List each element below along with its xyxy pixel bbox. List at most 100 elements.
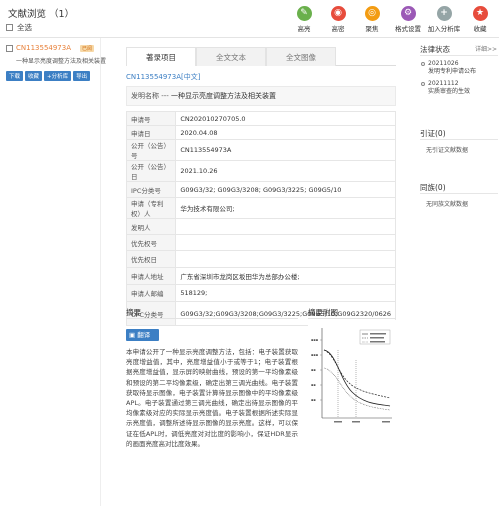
download-button[interactable]: 下载 [6, 71, 24, 81]
tab-bar: 著录项目 全文文本 全文图像 [126, 47, 396, 66]
row-value: 2021.10.26 [175, 160, 396, 182]
row-key: 公开（公告）日 [125, 160, 177, 182]
timeline-dot-icon [421, 82, 425, 86]
list-item[interactable]: CN113554973A 已阅 一种显示亮度调整方法及相关装置 下载 收藏 +分… [6, 44, 107, 81]
select-all-label: 全选 [17, 23, 32, 32]
row-value: CN113554973A [175, 139, 396, 161]
row-value [175, 218, 396, 235]
density-button[interactable]: ◉ 高密 [320, 6, 356, 33]
details-link[interactable]: 详细>> [475, 44, 497, 53]
timeline-text: 发明专利申请公布 [428, 68, 477, 75]
invention-label: 发明名称 --- [131, 92, 169, 100]
row-value: CN202010270705.0 [175, 111, 396, 126]
toolbar: ✎ 高亮 ◉ 高密 ◎ 聚焦 ⚙ 格式设置 + 加入分析库 ★ 收藏 [286, 6, 498, 36]
invention-title: 一种显示亮度调整方法及相关装置 [171, 92, 277, 100]
read-badge: 已阅 [80, 44, 95, 52]
add-library-button[interactable]: + 加入分析库 [426, 6, 462, 33]
document-number: CN113554973A[中文] [126, 73, 201, 81]
abstract-divider [126, 318, 298, 319]
focus-icon: ◎ [364, 6, 380, 21]
row-key: 优先权日 [125, 250, 177, 268]
format-settings-label: 格式设置 [395, 25, 421, 33]
export-button[interactable]: 导出 [73, 71, 91, 81]
tab-fulltext[interactable]: 全文文本 [196, 47, 266, 66]
timeline-text: 实质审查的生效 [428, 88, 471, 95]
density-icon: ◉ [330, 6, 346, 21]
table-row: 申请人邮编 518129; [125, 284, 396, 302]
item-number[interactable]: CN113554973A [16, 44, 71, 52]
highlight-label: 高亮 [297, 25, 311, 33]
density-label: 高密 [331, 25, 345, 33]
timeline-entry: 20211026 发明专利申请公布 [420, 60, 498, 76]
table-row: 优先权日 [125, 250, 396, 268]
left-divider [100, 38, 101, 506]
favorite-small-button[interactable]: 收藏 [25, 71, 43, 81]
tab-bibliographic[interactable]: 著录项目 [126, 47, 196, 66]
table-row: 优先权号 [125, 234, 396, 251]
table-row: 申请号 CN202010270705.0 [125, 111, 396, 126]
svg-text:▪▪: ▪▪ [311, 368, 316, 372]
row-value: G09G3/32; G09G3/3208; G09G3/3225; G09G5/… [175, 181, 396, 198]
row-value: 2020.04.08 [175, 125, 396, 140]
favorite-icon: ★ [472, 6, 488, 21]
row-value: 华为技术有限公司; [175, 197, 396, 219]
figure-title: 摘要附图 [308, 308, 338, 317]
legal-timeline: 20211026 发明专利申请公布 20211112 实质审查的生效 [420, 60, 498, 100]
family-divider [420, 193, 498, 194]
favorite-button[interactable]: ★ 收藏 [462, 6, 498, 33]
row-value [175, 250, 396, 268]
citation-title: 引证(0) [420, 129, 446, 138]
add-library-small-button[interactable]: +分析库 [44, 71, 72, 81]
select-all-checkbox[interactable]: 全选 [6, 22, 32, 33]
item-checkbox[interactable] [6, 44, 13, 52]
table-row: 申请日 2020.04.08 [125, 125, 396, 140]
timeline-date: 20211026 [428, 60, 459, 67]
invention-name-bar: 发明名称 --- 一种显示亮度调整方法及相关装置 [126, 86, 396, 106]
row-key: 申请日 [125, 125, 177, 140]
format-settings-button[interactable]: ⚙ 格式设置 [390, 6, 426, 33]
add-library-icon: + [436, 6, 452, 21]
abstract-text: 本申请公开了一种显示亮度调整方法，包括：电子装置获取亮度增益值，其中，亮度增益值… [126, 348, 298, 448]
citation-empty-text: 无引证文献数据 [426, 147, 469, 154]
timeline-dot-icon [421, 62, 425, 66]
svg-text:▪▪: ▪▪ [311, 398, 316, 402]
table-row: 发明人 [125, 218, 396, 235]
row-key: 发明人 [125, 218, 177, 235]
timeline-entry: 20211112 实质审查的生效 [420, 80, 498, 96]
focus-label: 聚焦 [365, 25, 379, 33]
favorite-label: 收藏 [473, 25, 487, 33]
page-title: 文献浏览 （1） [8, 9, 75, 20]
bibliographic-table: 申请号 CN202010270705.0 申请日 2020.04.08 公开（公告）… [125, 111, 396, 326]
format-settings-icon: ⚙ [400, 6, 416, 21]
row-key: 申请人邮编 [125, 284, 177, 302]
citation-divider [420, 139, 498, 140]
abstract-figure[interactable]: ▪▪▪ ▪▪▪ ▪▪ ▪▪ ▪▪ [308, 320, 396, 434]
table-row: 申请人地址 广东省深圳市龙岗区坂田华为总部办公楼; [125, 267, 396, 285]
item-title: 一种显示亮度调整方法及相关装置 [16, 58, 107, 65]
family-empty-text: 无同族文献数据 [426, 201, 469, 208]
brightness-curve-image: ▪▪▪▪▪▪▪▪ ▪▪▪▪ [308, 320, 396, 434]
svg-text:▪▪▪: ▪▪▪ [311, 353, 319, 357]
highlight-button[interactable]: ✎ 高亮 [286, 6, 322, 33]
figure-divider [308, 318, 396, 319]
svg-text:▪▪: ▪▪ [311, 383, 316, 387]
highlight-icon: ✎ [296, 6, 312, 21]
table-row: IPC分类号 G09G3/32; G09G3/3208; G09G3/3225; … [125, 181, 396, 198]
row-key: 申请（专利权）人 [125, 197, 177, 219]
tab-fullimage[interactable]: 全文图像 [266, 47, 336, 66]
focus-button[interactable]: ◎ 聚焦 [354, 6, 390, 33]
header-divider [0, 37, 499, 38]
table-row: 公开（公告）号 CN113554973A [125, 139, 396, 161]
checkbox-icon[interactable] [6, 24, 13, 31]
legal-divider [420, 55, 498, 56]
row-value: 广东省深圳市龙岗区坂田华为总部办公楼; [175, 267, 396, 285]
row-value: 518129; [175, 284, 396, 302]
row-key: 申请人地址 [125, 267, 177, 285]
timeline-date: 20211112 [428, 80, 459, 87]
row-key: 申请号 [125, 111, 177, 126]
table-row: 公开（公告）日 2021.10.26 [125, 160, 396, 182]
row-key: IPC分类号 [125, 181, 177, 198]
svg-text:▪▪▪: ▪▪▪ [311, 338, 319, 342]
translate-icon: ▣ [129, 331, 138, 339]
translate-button[interactable]: ▣ 翻译 [126, 329, 159, 341]
